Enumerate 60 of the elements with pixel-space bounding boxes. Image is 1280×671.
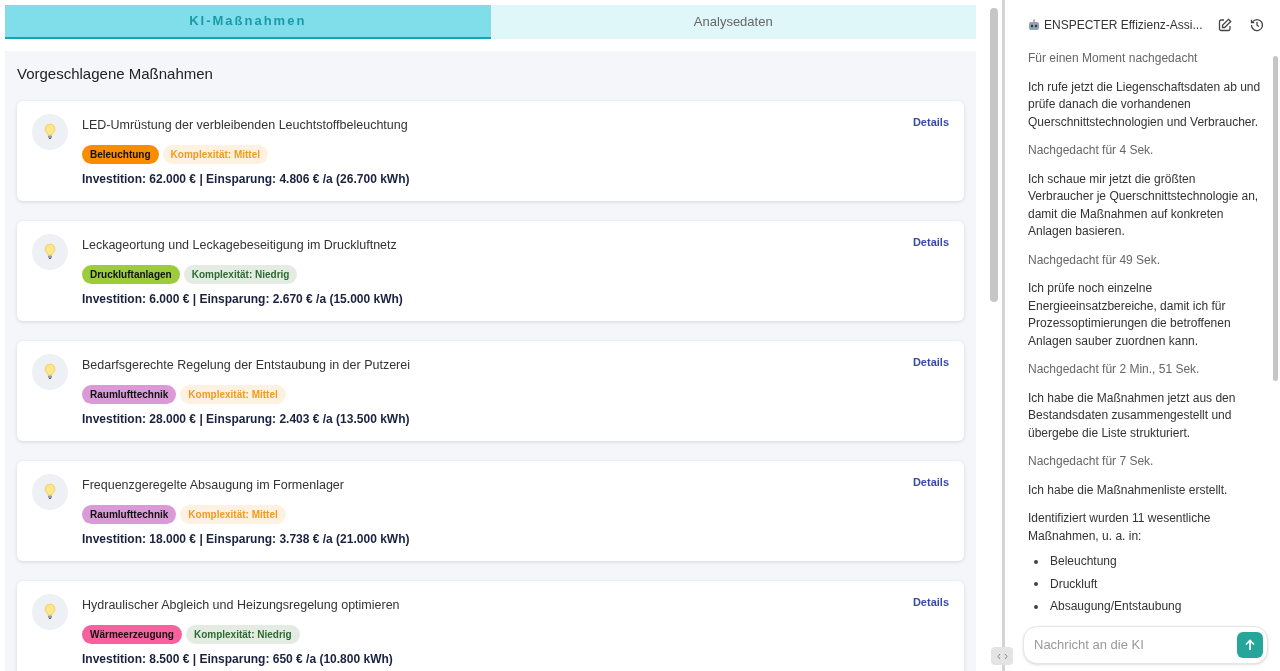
- complexity-tag: Komplexität: Niedrig: [185, 625, 300, 645]
- edit-icon[interactable]: [1218, 18, 1232, 32]
- details-link[interactable]: Details: [912, 113, 949, 135]
- section-title: Vorgeschlagene Maßnahmen: [17, 64, 214, 84]
- cost-summary: Investition: 8.500 € | Einsparung: 650 € /a (10.800 kWh): [82, 651, 394, 669]
- thinking-status: Nachgedacht für 2 Min., 51 Sek.: [1028, 361, 1201, 378]
- cost-summary: Investition: 28.000 € | Einsparung: 2.403 € /a (13.500 kWh): [82, 411, 411, 429]
- cost-summary: Investition: 6.000 € | Einsparung: 2.670 € /a (15.000 kWh): [82, 291, 404, 309]
- bullet-icon: [1034, 604, 1038, 609]
- message-text: Ich prüfe noch einzelne Energieeinsatzbereiche, damit ich für Prozessoptimierungen die betroffenen Anlagen sauber zuordnen kann.: [1028, 280, 1232, 350]
- message-input[interactable]: Nachricht an die KI: [1034, 635, 1237, 655]
- cost-summary: Investition: 62.000 € | Einsparung: 4.806 € /a (26.700 kWh): [82, 171, 411, 189]
- complexity-tag: Komplexität: Niedrig: [183, 265, 298, 285]
- complexity-tag: Komplexität: Mittel: [180, 385, 286, 405]
- thinking-status: Nachgedacht für 4 Sek.: [1028, 142, 1155, 159]
- measure-title: Bedarfsgerechte Regelung der Entstaubung in der Putzerei: [82, 356, 410, 374]
- arrow-up-icon: [1244, 639, 1256, 651]
- bulb-icon: [32, 233, 68, 270]
- collapse-handle[interactable]: [991, 647, 1013, 665]
- history-icon[interactable]: [1250, 18, 1264, 32]
- category-tag: Wärmeerzeugung: [82, 625, 182, 645]
- measure-title: Frequenzgeregelte Absaugung im Formenlager: [82, 476, 344, 494]
- category-tag: Raumlufttechnik: [82, 385, 177, 405]
- complexity-tag: Komplexität: Mittel: [162, 145, 268, 165]
- category-tag: Druckluftanlagen: [82, 265, 180, 285]
- measure-title: LED-Umrüstung der verbleibenden Leuchtstoffbeleuchtung: [82, 116, 408, 134]
- details-link[interactable]: Details: [912, 593, 949, 615]
- thinking-status: Nachgedacht für 7 Sek.: [1028, 453, 1155, 470]
- message-text: Ich rufe jetzt die Liegenschaftsdaten ab und prüfe danach die vorhandenen Querschnittstechnologien und Verbraucher.: [1028, 78, 1262, 131]
- assistant-title: ENSPECTER Effizienz-Assi...: [1044, 17, 1204, 34]
- send-button[interactable]: [1237, 632, 1263, 658]
- robot-icon: [1028, 19, 1040, 31]
- bulb-icon: [32, 113, 68, 150]
- tab[interactable]: Analysedaten: [490, 5, 976, 39]
- category-tag: Beleuchtung: [82, 145, 159, 165]
- measure-title: Leckageortung und Leckagebeseitigung im Druckluftnetz: [82, 236, 397, 254]
- details-link[interactable]: Details: [912, 233, 949, 255]
- message-field[interactable]: Nachricht an die KI: [1023, 626, 1268, 664]
- details-link[interactable]: Details: [912, 353, 949, 375]
- message-text: Ich habe die Maßnahmenliste erstellt.: [1028, 481, 1229, 499]
- bulb-icon: [32, 473, 68, 510]
- list-item: Beleuchtung: [1050, 553, 1117, 570]
- measure-title: Hydraulischer Abgleich und Heizungsregelung optimieren: [82, 596, 400, 614]
- bullet-icon: [1034, 582, 1038, 587]
- bulb-icon: [32, 593, 68, 630]
- bulb-icon: [32, 353, 68, 390]
- list-item: Druckluft: [1050, 575, 1098, 593]
- scrollbar-thumb[interactable]: [1273, 56, 1278, 381]
- complexity-tag: Komplexität: Mittel: [180, 505, 286, 525]
- message-text: Ich habe die Maßnahmen jetzt aus den Bestandsdaten zusammengestellt und übergebe die Liste strukturiert.: [1028, 389, 1237, 442]
- details-link[interactable]: Details: [912, 473, 949, 495]
- thinking-status: Nachgedacht für 49 Sek.: [1028, 251, 1162, 269]
- thinking-status: Für einen Moment nachgedacht: [1028, 50, 1199, 67]
- cost-summary: Investition: 18.000 € | Einsparung: 3.738 € /a (21.000 kWh): [82, 531, 411, 549]
- bullet-icon: [1034, 559, 1038, 564]
- message-text: Ich schaue mir jetzt die größten Verbraucher je Querschnittstechnologie an, damit die Maßnahmen auf konkreten Anlagen basieren.: [1028, 170, 1260, 240]
- list-item: Absaugung/Entstaubung: [1050, 598, 1182, 615]
- scrollbar-thumb[interactable]: [990, 8, 998, 302]
- message-text: Identifiziert wurden 11 wesentliche Maßnahmen, u. a. in:: [1028, 510, 1212, 545]
- category-tag: Raumlufttechnik: [82, 505, 177, 525]
